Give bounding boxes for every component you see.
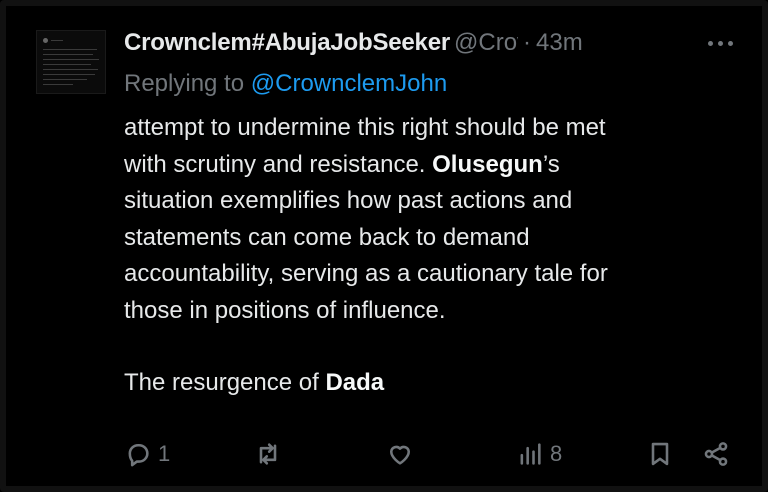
avatar-line (43, 79, 87, 80)
share-button[interactable] (702, 434, 730, 474)
post-header: Crownclem#AbujaJobSeeker @Crov · 43m (124, 26, 744, 60)
more-dot-icon (717, 40, 723, 46)
body-text: with scrutiny and resistance. (124, 150, 426, 178)
body-line: attempt to undermine this right should b… (124, 114, 606, 141)
heart-icon (389, 445, 411, 465)
body-line: accountability, serving as a cautionary … (124, 260, 608, 287)
avatar-line (43, 64, 91, 65)
reply-button[interactable]: 1 (124, 434, 170, 474)
display-name[interactable]: Crownclem#AbujaJobSeeker (124, 29, 450, 57)
views-button[interactable]: 8 (516, 434, 562, 474)
more-options-button[interactable] (700, 26, 740, 60)
avatar-line (43, 54, 93, 55)
action-bar: 1 8 (124, 434, 744, 474)
body-line: with scrutiny and resistance. Olusegun’s (124, 147, 734, 184)
user-handle[interactable]: @Crov (454, 29, 518, 57)
share-icon (704, 442, 728, 466)
bookmark-icon (651, 442, 669, 466)
views-count: 8 (550, 441, 563, 466)
post-timestamp[interactable]: 43m (536, 29, 583, 57)
body-text: ’s (542, 150, 560, 178)
like-button[interactable] (386, 434, 420, 474)
replying-to: Replying to @CrownclemJohn (124, 70, 447, 98)
body-line: statements can come back to demand (124, 223, 530, 251)
avatar-line (43, 84, 73, 85)
post-body: attempt to undermine this right should b… (124, 110, 734, 402)
avatar-line (43, 69, 98, 70)
replying-to-label: Replying to (124, 70, 245, 97)
avatar-line (43, 74, 95, 75)
body-bold-name: Dada (325, 369, 385, 396)
body-line: The resurgence of Dada (124, 365, 734, 402)
repost-icon (259, 443, 277, 465)
body-text: The resurgence of (124, 369, 319, 396)
reply-icon (128, 443, 149, 467)
bookmark-button[interactable] (646, 434, 674, 474)
separator-dot: · (523, 29, 531, 56)
replying-to-mention[interactable]: @CrownclemJohn (251, 70, 447, 97)
body-line: situation exemplifies how past actions a… (124, 187, 573, 214)
reply-count: 1 (158, 441, 171, 466)
more-dot-icon (707, 40, 713, 46)
avatar-dot (43, 38, 48, 43)
views-icon (520, 443, 541, 465)
avatar-thumbnail[interactable] (36, 30, 106, 94)
body-line: those in positions of influence. (124, 296, 446, 324)
avatar-line (43, 59, 99, 60)
body-bold-name: Olusegun (432, 150, 543, 178)
post-frame: Crownclem#AbujaJobSeeker @Crov · 43m Rep… (0, 0, 768, 492)
repost-button[interactable] (254, 434, 288, 474)
more-dot-icon (727, 40, 733, 46)
avatar-line (51, 40, 63, 41)
avatar-line (43, 49, 97, 50)
